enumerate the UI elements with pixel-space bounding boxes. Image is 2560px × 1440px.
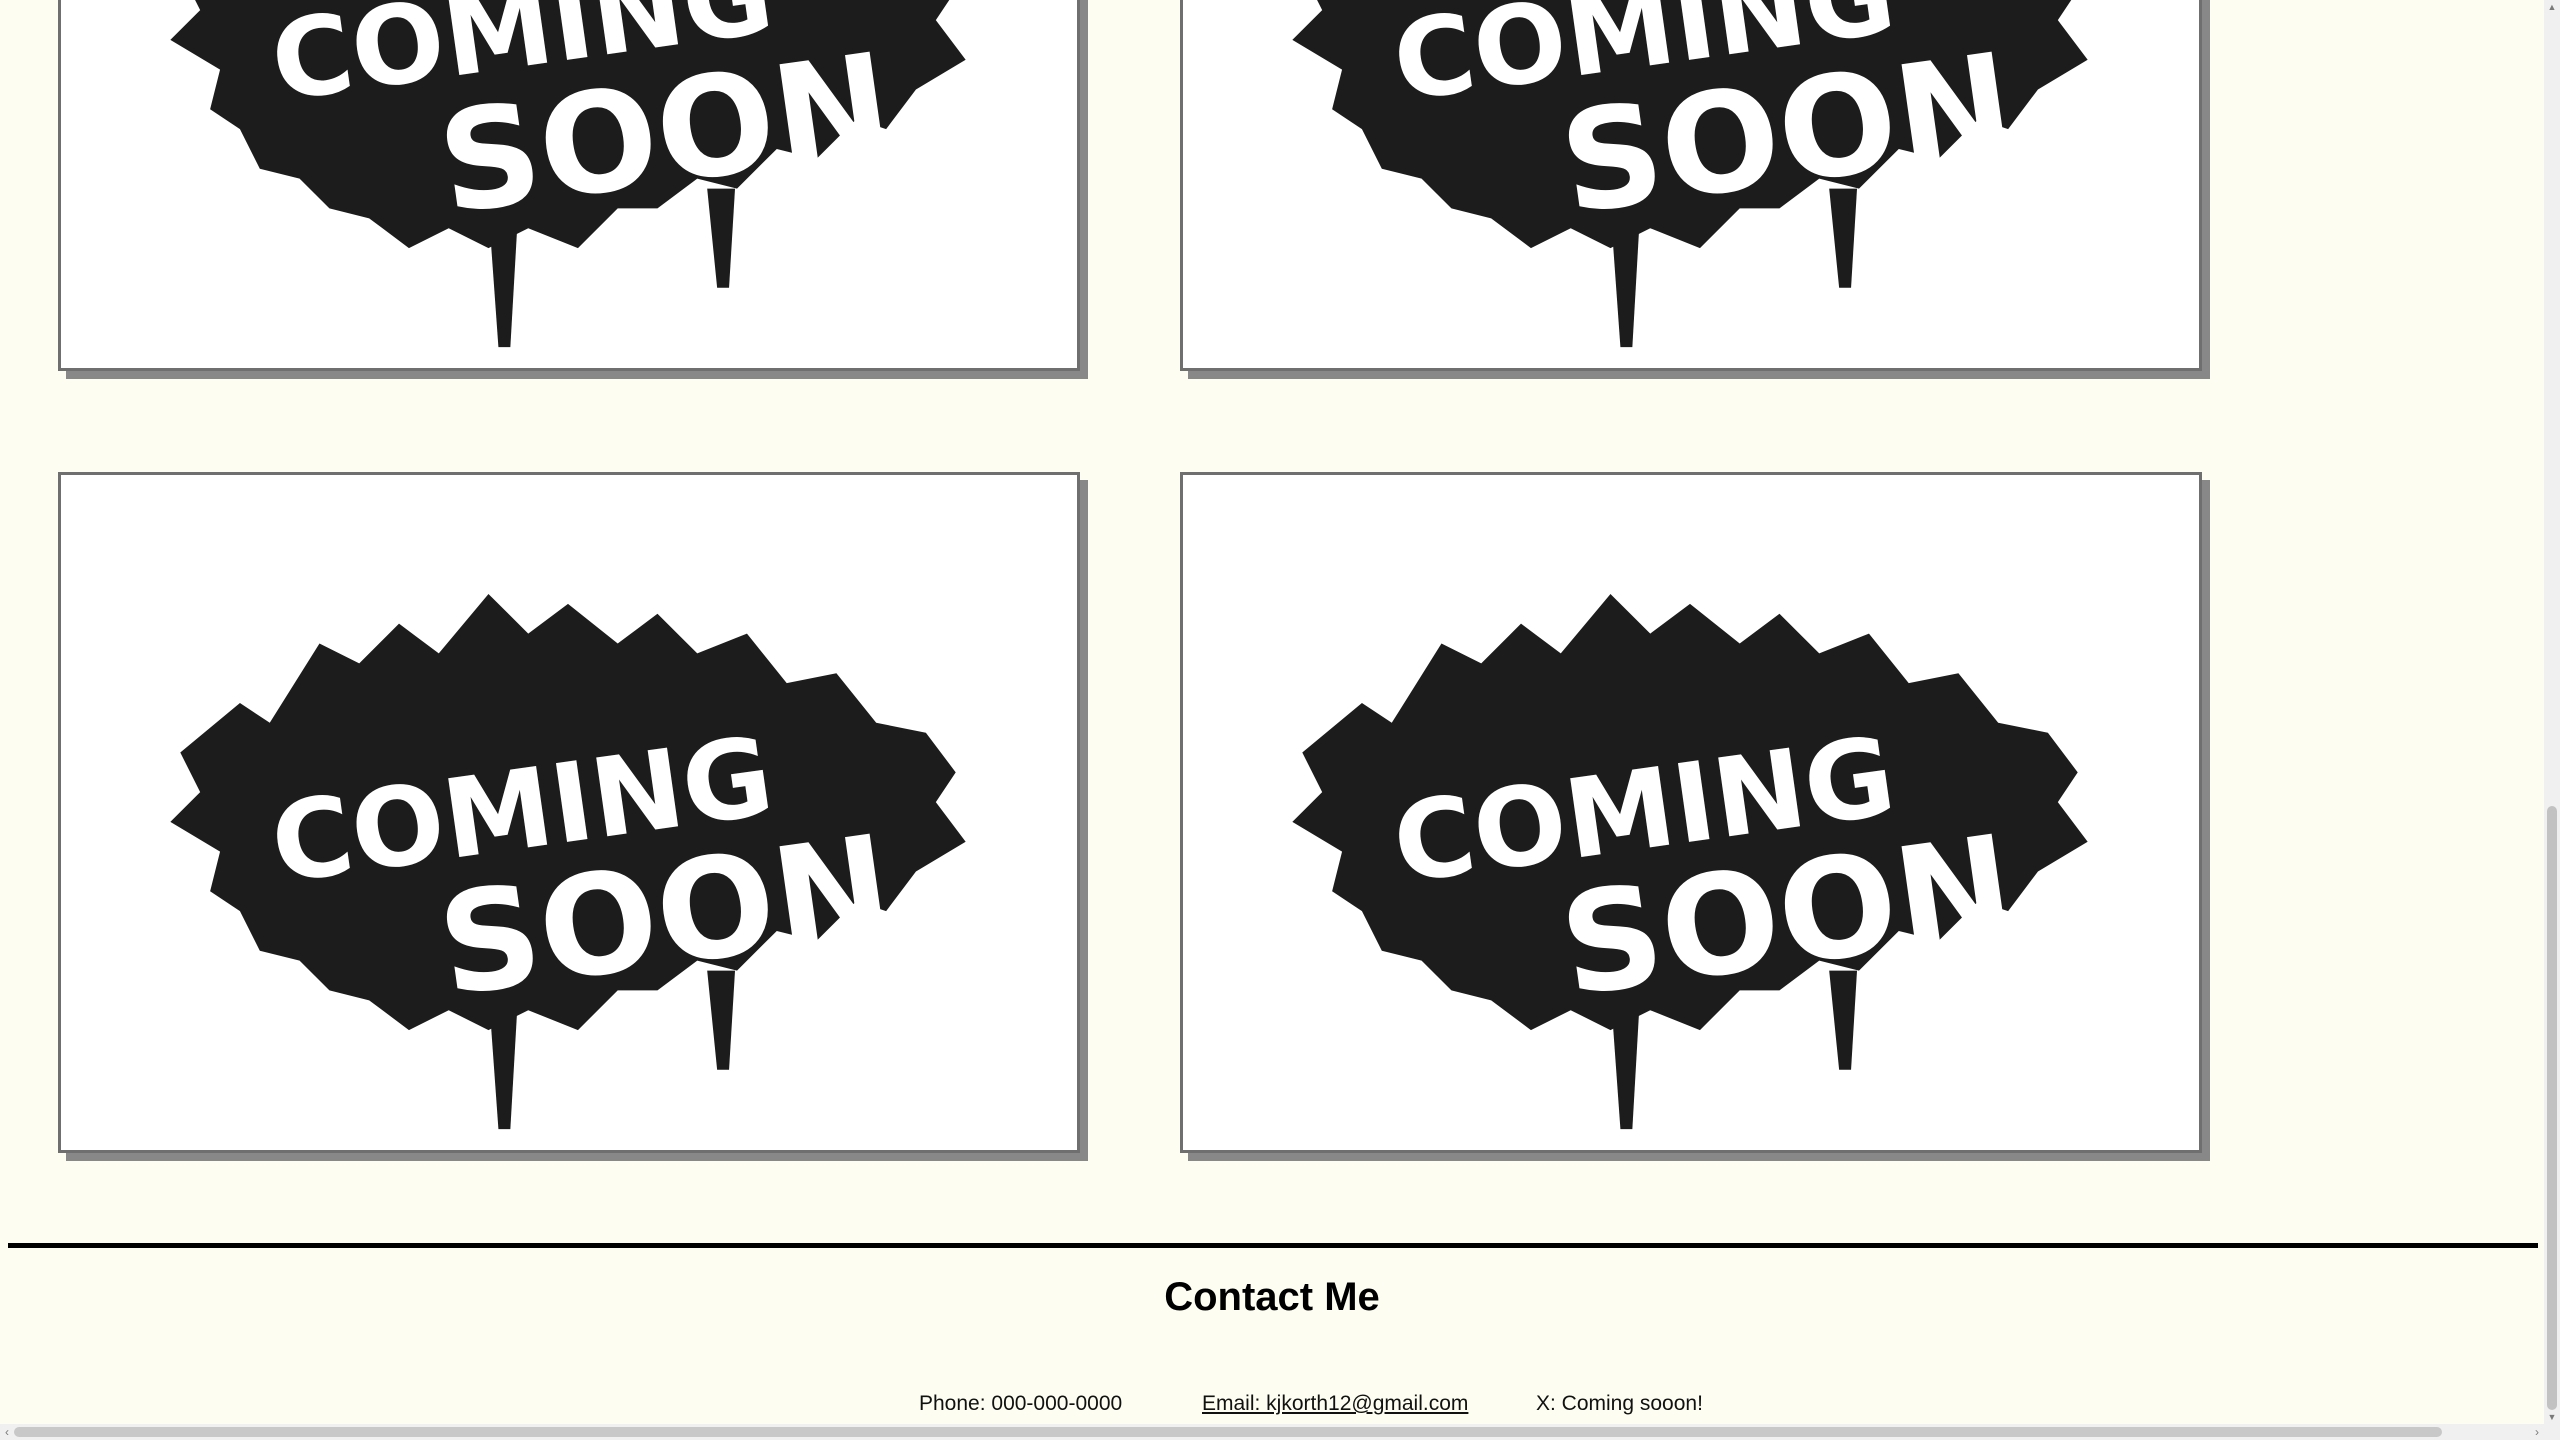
- vertical-scrollbar[interactable]: ▲ ▼: [2544, 0, 2560, 1424]
- coming-soon-image: COMING SOON: [61, 0, 1077, 368]
- page-viewport: COMING SOON COMING SOON COMING SOON COMI…: [0, 0, 2544, 1424]
- gallery-card[interactable]: COMING SOON: [1180, 0, 2202, 371]
- coming-soon-image: COMING SOON: [1183, 0, 2199, 368]
- horizontal-scrollbar[interactable]: ‹ ›: [0, 1424, 2544, 1440]
- scroll-up-icon[interactable]: ▲: [2544, 0, 2560, 14]
- gallery-card[interactable]: COMING SOON: [1180, 472, 2202, 1153]
- email-link[interactable]: Email: kjkorth12@gmail.com: [1202, 1392, 1468, 1416]
- x-social-text: X: Coming sooon!: [1536, 1392, 1703, 1415]
- scroll-down-icon[interactable]: ▼: [2544, 1410, 2560, 1424]
- coming-soon-image: COMING SOON: [1183, 475, 2199, 1150]
- scrollbar-corner: [2544, 1424, 2560, 1440]
- vertical-scroll-thumb[interactable]: [2547, 806, 2557, 1410]
- coming-soon-image: COMING SOON: [61, 475, 1077, 1150]
- section-divider: [8, 1243, 2538, 1248]
- scroll-left-icon[interactable]: ‹: [0, 1424, 14, 1440]
- contact-title: Contact Me: [1164, 1275, 1380, 1319]
- phone-text: Phone: 000-000-0000: [919, 1392, 1123, 1415]
- gallery-card[interactable]: COMING SOON: [58, 0, 1080, 371]
- horizontal-scroll-thumb[interactable]: [14, 1427, 2442, 1437]
- gallery-card[interactable]: COMING SOON: [58, 472, 1080, 1153]
- scroll-right-icon[interactable]: ›: [2530, 1424, 2544, 1440]
